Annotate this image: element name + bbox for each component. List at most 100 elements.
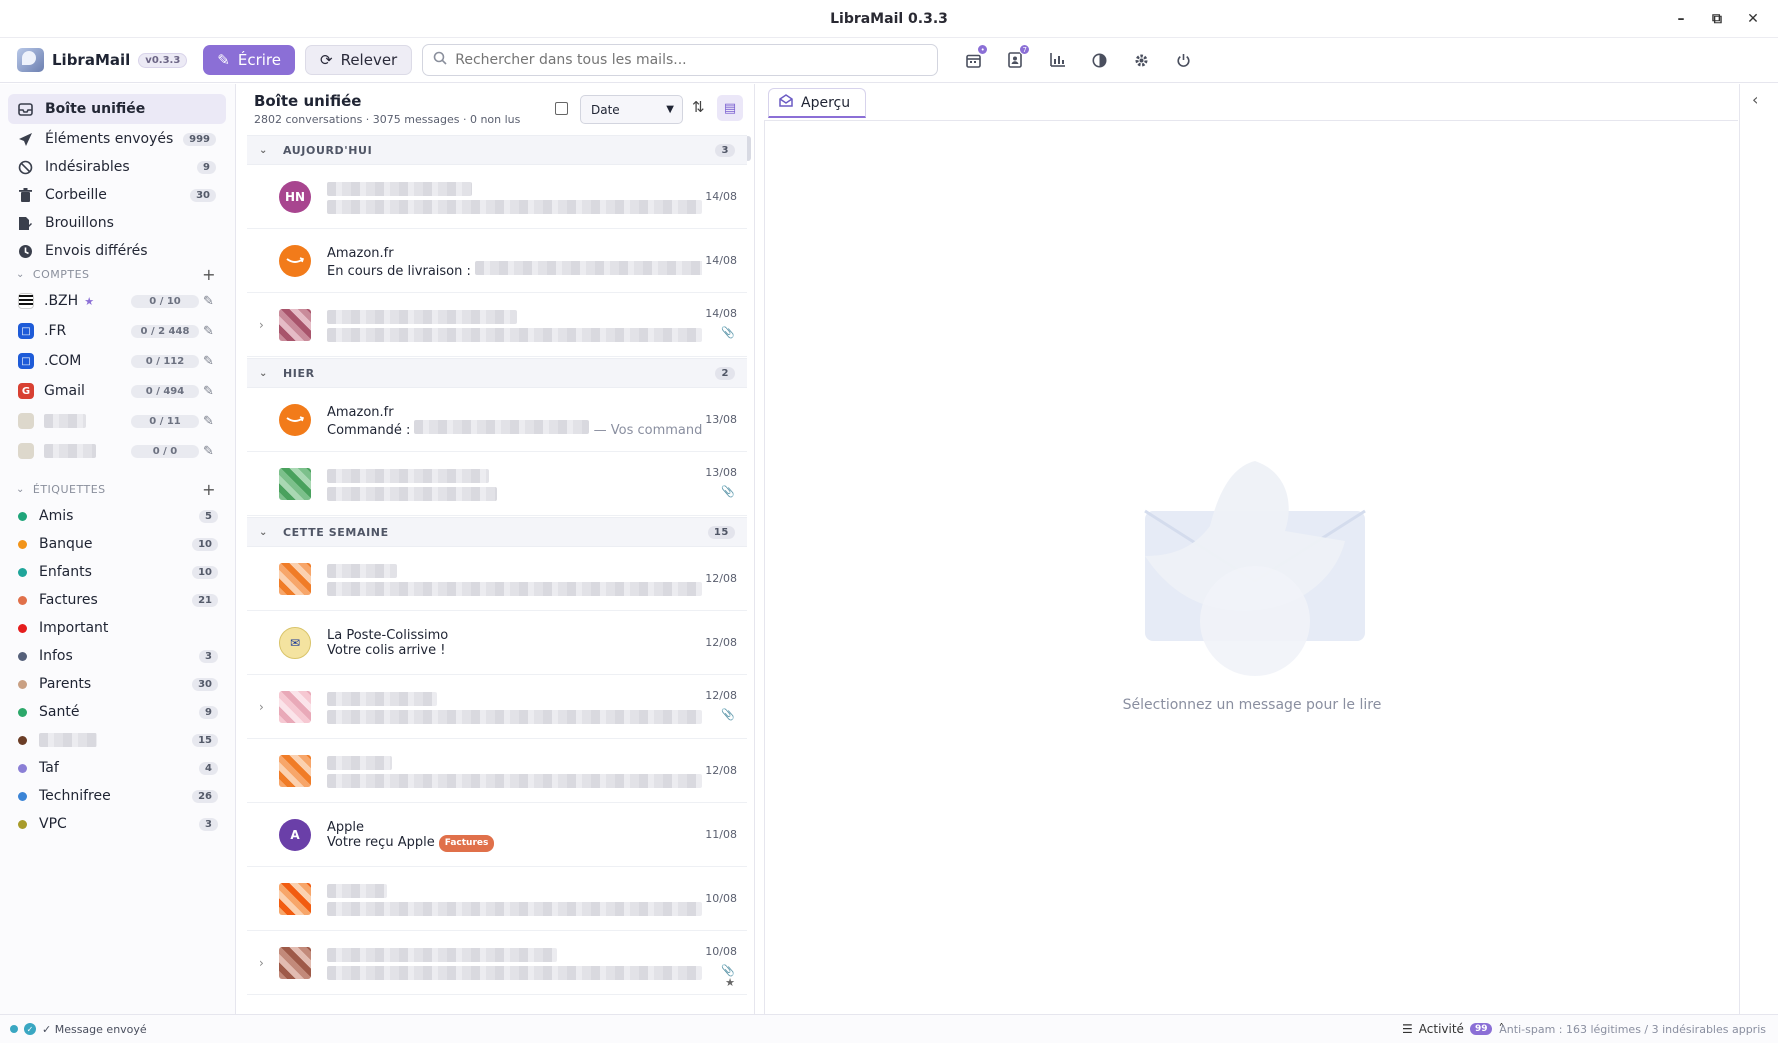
message-row[interactable]: › 14/08 📎 xyxy=(247,294,747,357)
message-row[interactable]: 12/08 xyxy=(247,740,747,803)
redacted-sender xyxy=(327,310,517,324)
message-row[interactable]: › 10/08 📎 ★ xyxy=(247,932,747,995)
group-header-this-week[interactable]: ⌄ CETTE SEMAINE 15 xyxy=(247,517,747,547)
message-row[interactable]: 12/08 xyxy=(247,548,747,611)
edit-account-icon[interactable]: ✎ xyxy=(203,294,214,309)
toolbar: LibraMail v0.3.3 ✎ Écrire ⟳ Relever • 7 xyxy=(0,38,1778,83)
activity-toggle[interactable]: ☰ Activité 99 ˄ xyxy=(1402,1022,1504,1036)
calendar-icon[interactable]: • xyxy=(962,44,989,71)
label-item-amis[interactable]: Amis 5 xyxy=(18,503,222,529)
account-logo-icon xyxy=(18,443,34,459)
message-row[interactable]: 10/08 xyxy=(247,868,747,931)
message-row[interactable]: ✉ La Poste-Colissimo Votre colis arrive … xyxy=(247,612,747,675)
label-item-factures[interactable]: Factures 21 xyxy=(18,587,222,613)
label-item-infos[interactable]: Infos 3 xyxy=(18,643,222,669)
label-name: Taf xyxy=(39,760,59,776)
search-box[interactable] xyxy=(422,44,939,76)
label-item-taf[interactable]: Taf 4 xyxy=(18,755,222,781)
theme-contrast-icon[interactable] xyxy=(1088,49,1110,71)
add-account-icon[interactable]: + xyxy=(202,265,216,284)
message-row[interactable]: Amazon.fr En cours de livraison : 14/08 xyxy=(247,230,747,293)
account-item[interactable]: □ .COM 0 / 112 ✎ xyxy=(18,348,222,374)
edit-account-icon[interactable]: ✎ xyxy=(203,414,214,429)
label-name: Santé xyxy=(39,704,80,720)
label-name: Factures xyxy=(39,592,98,608)
edit-account-icon[interactable]: ✎ xyxy=(203,324,214,339)
star-icon[interactable]: ★ xyxy=(725,976,735,989)
label-color-dot xyxy=(18,819,27,829)
select-all-checkbox[interactable] xyxy=(555,102,568,115)
minimize-icon[interactable]: – xyxy=(1670,8,1692,30)
settings-gear-icon[interactable] xyxy=(1130,49,1152,71)
stats-chart-icon[interactable] xyxy=(1046,49,1068,71)
edit-account-icon[interactable]: ✎ xyxy=(203,354,214,369)
sidebar-item-label: Envois différés xyxy=(45,243,148,259)
add-label-icon[interactable]: + xyxy=(202,480,216,499)
label-item-redacted[interactable]: 15 xyxy=(18,727,222,753)
sidebar-item-unified-inbox[interactable]: Boîte unifiée xyxy=(8,94,226,124)
account-item[interactable]: .BZH ★ 0 / 10 ✎ xyxy=(18,288,222,314)
message-row[interactable]: 13/08 📎 xyxy=(247,453,747,516)
envelope-open-icon xyxy=(779,94,793,111)
chevron-left-icon[interactable]: ‹ xyxy=(1752,90,1758,109)
accounts-section-header[interactable]: ⌄ COMPTES + xyxy=(16,264,220,284)
sort-order-icon[interactable]: ⇅ xyxy=(692,98,705,116)
message-row[interactable]: HN 14/08 xyxy=(247,166,747,229)
label-name: Amis xyxy=(39,508,74,524)
sidebar-item-drafts[interactable]: Brouillons xyxy=(8,208,226,238)
labels-section-header[interactable]: ⌄ ÉTIQUETTES + xyxy=(16,479,220,499)
label-item-parents[interactable]: Parents 30 xyxy=(18,671,222,697)
chevron-right-icon[interactable]: › xyxy=(259,956,264,970)
redacted-subject xyxy=(327,902,702,916)
power-icon[interactable] xyxy=(1172,49,1194,71)
fetch-mail-button[interactable]: ⟳ Relever xyxy=(305,45,413,75)
redacted-sender xyxy=(327,756,392,770)
message-text xyxy=(327,182,702,218)
edit-account-icon[interactable]: ✎ xyxy=(203,384,214,399)
contacts-icon[interactable]: 7 xyxy=(1004,44,1031,71)
sidebar-item-spam[interactable]: Indésirables 9 xyxy=(8,152,226,182)
label-item-enfants[interactable]: Enfants 10 xyxy=(18,559,222,585)
message-row[interactable]: A Apple Votre reçu Apple Factures 11/08 xyxy=(247,804,747,867)
redacted-sender xyxy=(327,564,397,578)
calendar-view-icon[interactable]: ▤ xyxy=(717,95,743,121)
sidebar-item-label: Brouillons xyxy=(45,215,114,231)
status-bar: ✓ ✓ Message envoyé ☰ Activité 99 ˄ Anti-… xyxy=(0,1014,1778,1043)
chevron-right-icon[interactable]: › xyxy=(259,700,264,714)
close-icon[interactable]: ✕ xyxy=(1742,8,1764,30)
message-row[interactable]: Amazon.fr Commandé : — Vos commande… 13/… xyxy=(247,389,747,452)
search-input[interactable] xyxy=(455,52,916,68)
message-text xyxy=(327,948,702,984)
label-item-sante[interactable]: Santé 9 xyxy=(18,699,222,725)
sidebar-item-trash[interactable]: Corbeille 30 xyxy=(8,180,226,210)
chevron-right-icon[interactable]: › xyxy=(259,318,264,332)
group-header-yesterday[interactable]: ⌄ HIER 2 xyxy=(247,358,747,388)
account-item[interactable]: 0 / 0 ✎ xyxy=(18,438,222,464)
label-item-vpc[interactable]: VPC 3 xyxy=(18,811,222,837)
message-sender: Amazon.fr xyxy=(327,405,394,420)
account-item[interactable]: □ .FR 0 / 2 448 ✎ xyxy=(18,318,222,344)
sidebar-item-scheduled[interactable]: Envois différés xyxy=(8,236,226,266)
sort-select-value: Date xyxy=(591,102,620,117)
title-bar: LibraMail 0.3.3 – ⧉ ✕ xyxy=(0,0,1778,38)
tab-preview[interactable]: Aperçu xyxy=(768,88,866,118)
inbox-icon xyxy=(17,101,33,117)
label-name: Enfants xyxy=(39,564,92,580)
message-sender: Apple xyxy=(327,820,365,835)
account-item[interactable]: G Gmail 0 / 494 ✎ xyxy=(18,378,222,404)
group-header-today[interactable]: ⌄ AUJOURD'HUI 3 xyxy=(247,135,747,165)
label-item-technifree[interactable]: Technifree 26 xyxy=(18,783,222,809)
maximize-icon[interactable]: ⧉ xyxy=(1706,8,1728,30)
sort-select[interactable]: Date ▼ xyxy=(580,95,683,124)
chevron-down-icon: ⌄ xyxy=(259,367,268,379)
account-item[interactable]: 0 / 11 ✎ xyxy=(18,408,222,434)
message-row[interactable]: › 12/08 📎 xyxy=(247,676,747,739)
label-item-important[interactable]: Important xyxy=(18,615,222,641)
label-item-banque[interactable]: Banque 10 xyxy=(18,531,222,557)
ban-icon xyxy=(17,159,33,175)
edit-account-icon[interactable]: ✎ xyxy=(203,444,214,459)
compose-button[interactable]: ✎ Écrire xyxy=(203,45,295,75)
redacted-sender xyxy=(327,948,557,962)
sidebar-item-sent[interactable]: Éléments envoyés 999 xyxy=(8,124,226,154)
antispam-stats: Anti-spam : 163 légitimes / 3 indésirabl… xyxy=(1499,1022,1766,1036)
